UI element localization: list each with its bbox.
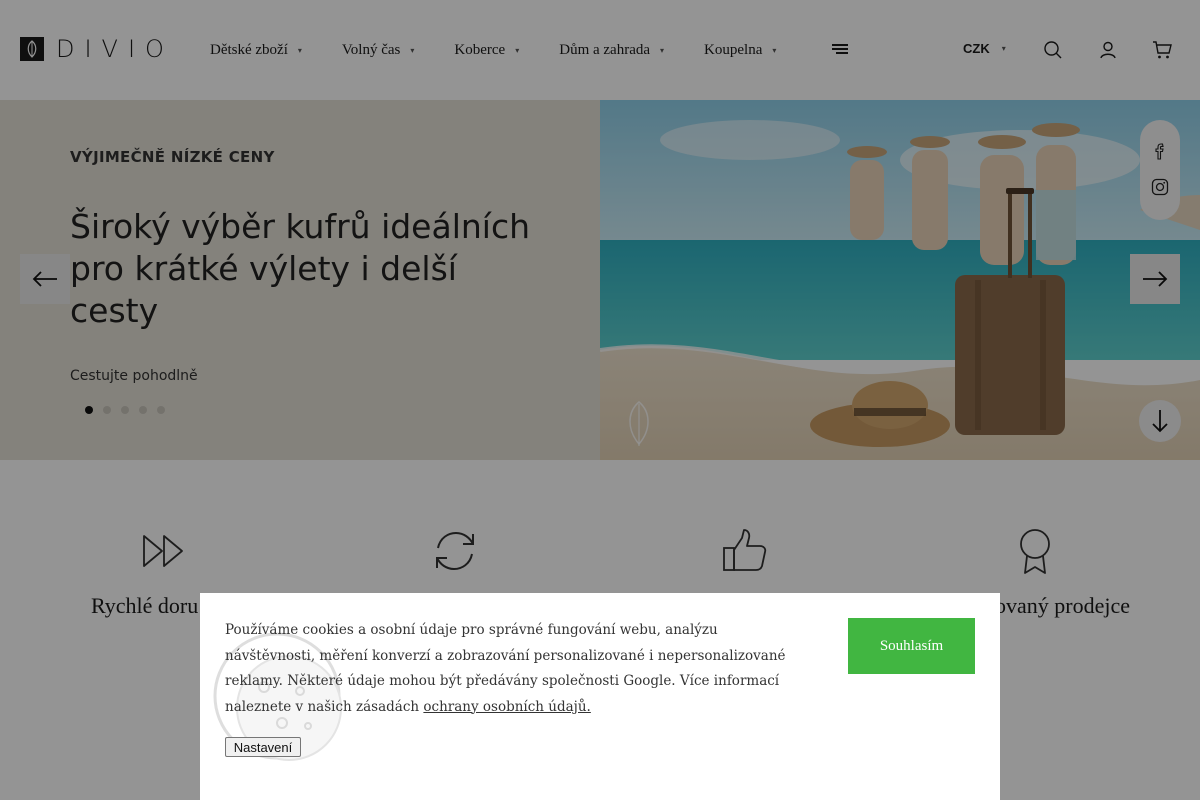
privacy-policy-link[interactable]: ochrany osobních údajů. xyxy=(423,699,590,715)
cookie-settings-button[interactable]: Nastavení xyxy=(225,737,301,757)
cookie-consent-dialog: Používáme cookies a osobní údaje pro spr… xyxy=(200,593,1000,800)
accept-cookies-button[interactable]: Souhlasím xyxy=(848,618,975,674)
cookie-message: Používáme cookies a osobní údaje pro spr… xyxy=(225,618,795,720)
